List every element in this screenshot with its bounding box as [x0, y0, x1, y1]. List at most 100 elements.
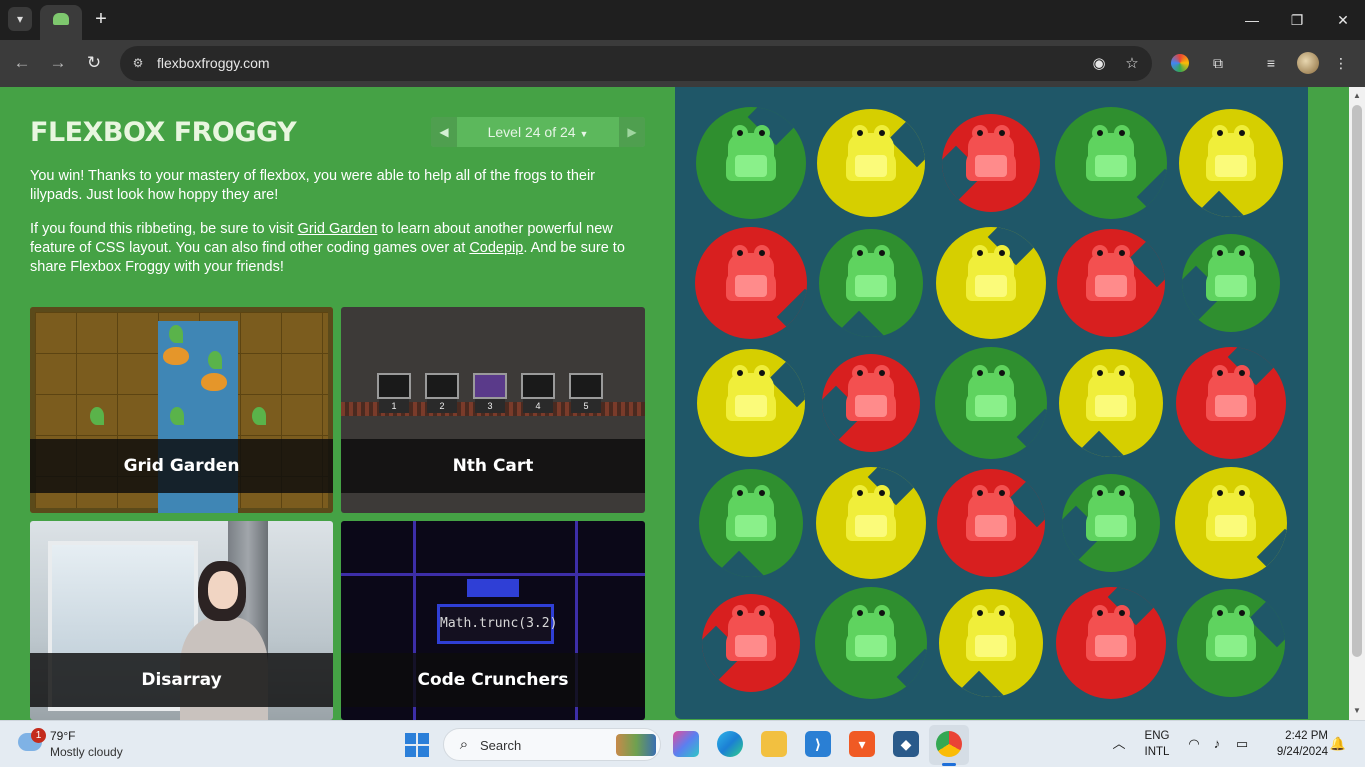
- color-extension-icon[interactable]: [1171, 54, 1189, 72]
- green-frog: [966, 365, 1016, 423]
- cart-box: [377, 373, 411, 399]
- frog-eye: [972, 245, 988, 261]
- notification-bell-icon[interactable]: 🔔: [1329, 735, 1347, 753]
- frog-pupil: [999, 130, 1005, 136]
- frog-belly: [1095, 155, 1127, 177]
- cart-number: 3: [475, 399, 505, 413]
- red-frog: [726, 605, 776, 663]
- chrome-menu-icon[interactable]: ⋮: [1330, 52, 1352, 74]
- nth-cart-card[interactable]: 1 2 3 4 5 Nth Cart: [341, 307, 645, 513]
- keyboard-layout[interactable]: INTL: [1140, 746, 1174, 758]
- bookmark-star-icon[interactable]: ☆: [1122, 54, 1142, 74]
- pond: [675, 87, 1308, 719]
- frog-pupil: [1217, 250, 1223, 256]
- red-lilypad-cell: [1051, 223, 1171, 343]
- new-tab-plus-icon[interactable]: +: [90, 7, 112, 31]
- profile-avatar[interactable]: [1297, 52, 1319, 74]
- code-crunchers-card[interactable]: Math.trunc(3.2) Code Crunchers: [341, 521, 645, 720]
- file-explorer-icon[interactable]: [761, 731, 787, 757]
- wifi-icon[interactable]: ◠: [1185, 735, 1203, 753]
- green-frog: [1206, 245, 1256, 303]
- forward-arrow-icon[interactable]: →: [46, 51, 70, 75]
- code-crunchers-title: Code Crunchers: [341, 653, 645, 707]
- extensions-puzzle-icon[interactable]: ⧉: [1207, 52, 1229, 74]
- frog-belly: [975, 635, 1007, 657]
- level-dropdown[interactable]: Level 24 of 24 ▼: [457, 117, 619, 147]
- active-tab[interactable]: [40, 5, 82, 40]
- chrome-browser-icon[interactable]: [936, 731, 962, 757]
- yellow-lilypad-cell: [1171, 103, 1291, 223]
- yellow-lilypad-cell: [1171, 463, 1291, 583]
- media-queue-icon[interactable]: ≡: [1260, 52, 1282, 74]
- green-frog: [1086, 485, 1136, 543]
- taskbar-search-box[interactable]: ⌕ Search: [443, 728, 661, 761]
- weather-temperature[interactable]: 79°F: [50, 729, 75, 743]
- minimize-icon[interactable]: —: [1240, 8, 1264, 32]
- carrot-icon: [170, 407, 184, 425]
- red-frog: [1086, 605, 1136, 663]
- frog-belly: [1215, 395, 1247, 417]
- vscode-icon[interactable]: ⟩: [805, 731, 831, 757]
- clock-time[interactable]: 2:42 PM: [1262, 730, 1328, 742]
- frog-eye: [1092, 485, 1108, 501]
- back-arrow-icon[interactable]: ←: [10, 51, 34, 75]
- previous-level-arrow-icon[interactable]: ◀: [431, 117, 457, 147]
- restore-icon[interactable]: ❐: [1285, 8, 1309, 32]
- weather-description[interactable]: Mostly cloudy: [50, 745, 123, 759]
- green-lilypad-cell: [691, 103, 811, 223]
- carrot-icon: [208, 351, 222, 369]
- reload-icon[interactable]: ↻: [82, 51, 106, 75]
- page-scrollbar[interactable]: ▲ ▼: [1349, 87, 1365, 720]
- frog-eye: [994, 605, 1010, 621]
- frog-pupil: [1119, 370, 1125, 376]
- lilypad-notch: [950, 670, 1008, 697]
- tab-search-chevron-icon[interactable]: ▾: [8, 7, 32, 31]
- language-code[interactable]: ENG: [1140, 730, 1174, 742]
- green-lilypad-cell: [811, 223, 931, 343]
- red-frog: [1086, 245, 1136, 303]
- frog-eye: [972, 485, 988, 501]
- battery-icon[interactable]: ▭: [1233, 735, 1251, 753]
- frog-eye: [874, 365, 890, 381]
- frog-belly: [1095, 515, 1127, 537]
- green-frog: [846, 245, 896, 303]
- frog-eye: [754, 485, 770, 501]
- mysql-workbench-icon[interactable]: ◆: [893, 731, 919, 757]
- yellow-lilypad-cell: [1051, 343, 1171, 463]
- frog-eye: [972, 125, 988, 141]
- frog-eye: [1114, 485, 1130, 501]
- scroll-down-arrow-icon[interactable]: ▼: [1349, 704, 1365, 718]
- frog-pupil: [1097, 250, 1103, 256]
- frog-pupil: [857, 610, 863, 616]
- codepip-link[interactable]: Codepip: [469, 240, 523, 256]
- site-settings-icon[interactable]: ⚙: [129, 54, 147, 72]
- edge-browser-icon[interactable]: [717, 731, 743, 757]
- start-windows-icon[interactable]: [405, 733, 429, 757]
- volume-icon[interactable]: ♪: [1208, 735, 1226, 753]
- yellow-frog: [846, 125, 896, 183]
- grid-garden-card[interactable]: Grid Garden: [30, 307, 333, 513]
- disarray-card[interactable]: Disarray: [30, 521, 333, 720]
- next-level-arrow-icon[interactable]: ▶: [619, 117, 645, 147]
- frog-belly: [975, 275, 1007, 297]
- url-text[interactable]: flexboxfroggy.com: [157, 55, 270, 71]
- scroll-up-arrow-icon[interactable]: ▲: [1349, 89, 1365, 103]
- frog-eye: [1092, 125, 1108, 141]
- copilot-icon[interactable]: [673, 731, 699, 757]
- show-hidden-icons-chevron-icon[interactable]: ︿: [1110, 735, 1128, 753]
- scrollbar-thumb[interactable]: [1352, 105, 1362, 657]
- frog-belly: [855, 155, 887, 177]
- close-window-icon[interactable]: ✕: [1331, 8, 1355, 32]
- brave-browser-icon[interactable]: ▾: [849, 731, 875, 757]
- cart-box: [569, 373, 603, 399]
- grid-garden-link[interactable]: Grid Garden: [298, 221, 378, 237]
- clock-date[interactable]: 9/24/2024: [1262, 746, 1328, 758]
- frog-belly: [975, 395, 1007, 417]
- yellow-frog: [966, 605, 1016, 663]
- address-bar[interactable]: ⚙ flexboxfroggy.com ◉ ☆: [120, 46, 1152, 81]
- lilypad-notch: [1016, 408, 1047, 459]
- frog-pupil: [879, 490, 885, 496]
- eye-slash-icon[interactable]: ◉: [1089, 54, 1109, 74]
- frog-eye: [994, 125, 1010, 141]
- grid-line: [341, 573, 645, 576]
